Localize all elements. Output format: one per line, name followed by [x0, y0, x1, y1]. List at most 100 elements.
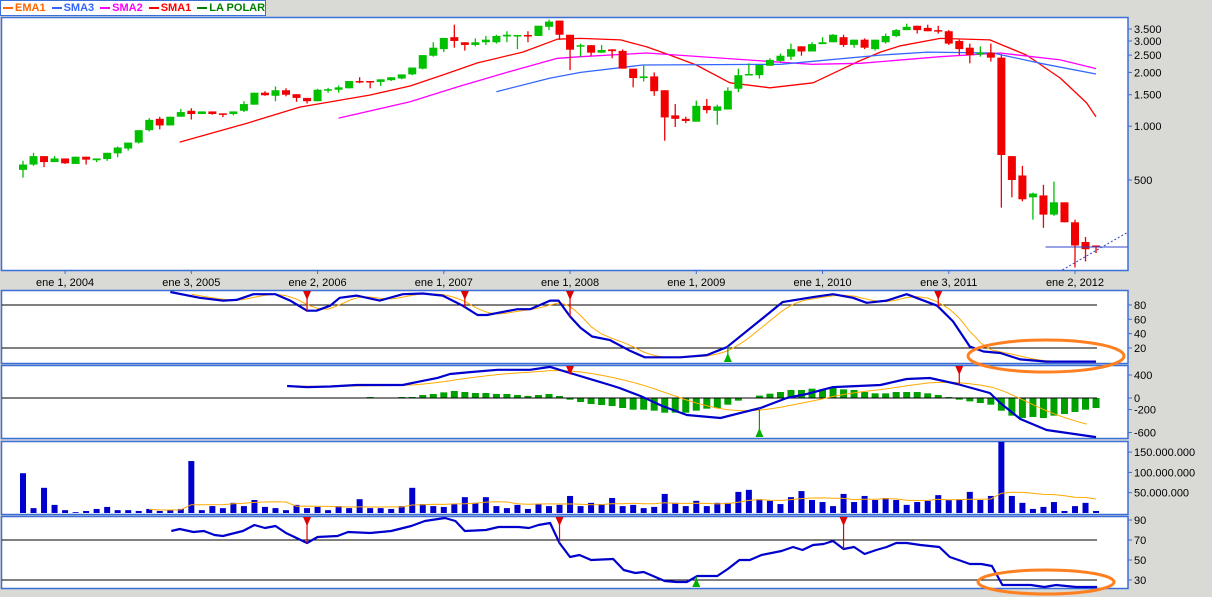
- candle-down[interactable]: [1081, 241, 1090, 250]
- candle-down[interactable]: [997, 57, 1006, 156]
- candle-up[interactable]: [197, 111, 206, 115]
- candle-down[interactable]: [629, 68, 638, 79]
- legend-item-sma1[interactable]: SMA1: [148, 2, 191, 14]
- candle-down[interactable]: [218, 113, 227, 115]
- candle-up[interactable]: [597, 50, 606, 53]
- candle-up[interactable]: [545, 21, 553, 27]
- candle-up[interactable]: [534, 25, 543, 36]
- candle-down[interactable]: [450, 37, 459, 41]
- candle-up[interactable]: [29, 156, 38, 165]
- candle-up[interactable]: [71, 156, 80, 164]
- candle-up[interactable]: [786, 49, 795, 57]
- candle-up[interactable]: [734, 75, 743, 89]
- stock-chart[interactable]: 3.5003.0002.5002.0001.5001.000500ene 1, …: [0, 0, 1212, 597]
- candle-down[interactable]: [61, 158, 70, 164]
- candle-down[interactable]: [671, 115, 680, 119]
- candle-up[interactable]: [324, 89, 333, 91]
- candle-up[interactable]: [92, 158, 101, 161]
- candle-down[interactable]: [702, 105, 711, 111]
- candle-down[interactable]: [681, 118, 690, 121]
- candle-down[interactable]: [860, 39, 869, 48]
- candle-up[interactable]: [271, 90, 280, 96]
- candle-up[interactable]: [976, 52, 985, 55]
- candle-up[interactable]: [345, 81, 354, 89]
- candle-up[interactable]: [176, 112, 185, 117]
- candle-down[interactable]: [282, 90, 290, 95]
- candle-up[interactable]: [113, 147, 122, 154]
- candle-up[interactable]: [103, 152, 112, 160]
- candle-up[interactable]: [418, 55, 427, 69]
- candle-up[interactable]: [481, 39, 490, 43]
- candle-up[interactable]: [145, 119, 154, 131]
- candle-up[interactable]: [429, 47, 438, 56]
- candle-up[interactable]: [250, 92, 259, 105]
- candle-down[interactable]: [1060, 202, 1069, 223]
- candle-down[interactable]: [913, 25, 922, 31]
- candle-up[interactable]: [513, 34, 522, 37]
- candle-down[interactable]: [366, 81, 375, 83]
- legend-item-sma2[interactable]: SMA2: [100, 2, 143, 14]
- candle-down[interactable]: [650, 76, 659, 92]
- candle-up[interactable]: [744, 73, 753, 76]
- candle-up[interactable]: [776, 55, 785, 61]
- candle-down[interactable]: [566, 34, 575, 50]
- candle-down[interactable]: [292, 94, 301, 98]
- candle-down[interactable]: [618, 50, 627, 69]
- candle-down[interactable]: [955, 40, 964, 50]
- legend-item-ema1[interactable]: EMA1: [3, 2, 46, 14]
- candle-up[interactable]: [713, 106, 722, 111]
- candle-down[interactable]: [944, 31, 953, 44]
- candle-down[interactable]: [82, 156, 91, 160]
- candle-down[interactable]: [986, 52, 995, 58]
- candle-down[interactable]: [934, 30, 943, 32]
- candle-down[interactable]: [523, 34, 532, 37]
- candle-up[interactable]: [818, 42, 827, 45]
- legend-item-la-polar[interactable]: LA POLAR: [197, 2, 265, 14]
- candle-up[interactable]: [902, 26, 911, 31]
- candle-up[interactable]: [829, 34, 838, 43]
- candle-up[interactable]: [387, 77, 396, 81]
- candle-up[interactable]: [723, 90, 732, 110]
- candle-down[interactable]: [208, 111, 217, 115]
- candle-down[interactable]: [1071, 222, 1079, 246]
- candle-down[interactable]: [923, 27, 932, 32]
- candle-down[interactable]: [965, 47, 974, 56]
- candle-down[interactable]: [187, 110, 196, 115]
- candle-down[interactable]: [260, 92, 269, 96]
- candle-up[interactable]: [134, 130, 143, 143]
- candle-up[interactable]: [313, 89, 322, 102]
- candle-down[interactable]: [608, 49, 617, 52]
- candle-up[interactable]: [239, 104, 248, 111]
- candle-up[interactable]: [892, 30, 901, 36]
- candle-up[interactable]: [19, 164, 27, 170]
- candle-up[interactable]: [765, 59, 774, 66]
- candle-up[interactable]: [471, 42, 480, 45]
- candle-down[interactable]: [40, 156, 49, 163]
- candle-up[interactable]: [502, 34, 511, 37]
- candle-down[interactable]: [355, 81, 364, 83]
- candle-down[interactable]: [1018, 175, 1027, 200]
- candle-up[interactable]: [124, 142, 133, 149]
- candle-down[interactable]: [1039, 195, 1048, 215]
- candle-up[interactable]: [871, 39, 880, 50]
- candle-up[interactable]: [1028, 193, 1037, 198]
- candle-up[interactable]: [50, 158, 59, 163]
- candle-down[interactable]: [460, 42, 469, 45]
- candle-up[interactable]: [755, 65, 764, 76]
- candle-down[interactable]: [660, 90, 669, 118]
- candle-up[interactable]: [166, 116, 175, 126]
- candle-up[interactable]: [408, 67, 417, 75]
- candle-down[interactable]: [303, 97, 312, 102]
- candle-down[interactable]: [587, 45, 596, 53]
- legend-item-sma3[interactable]: SMA3: [51, 2, 94, 14]
- candle-up[interactable]: [881, 35, 890, 43]
- candle-down[interactable]: [555, 20, 564, 35]
- candle-up[interactable]: [376, 79, 385, 82]
- candle-down[interactable]: [155, 118, 164, 126]
- candle-up[interactable]: [334, 87, 343, 90]
- candle-up[interactable]: [576, 45, 585, 47]
- candle-up[interactable]: [439, 37, 448, 50]
- candle-up[interactable]: [1049, 202, 1058, 215]
- candle-up[interactable]: [808, 44, 816, 52]
- candle-up[interactable]: [850, 39, 859, 45]
